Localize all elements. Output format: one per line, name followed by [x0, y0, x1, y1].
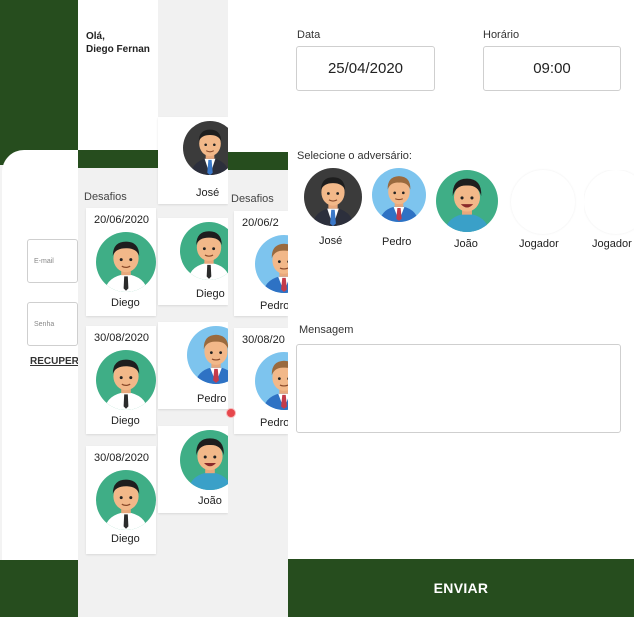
challenge-opponent-card[interactable]: Diego [158, 218, 228, 305]
diego-avatar [96, 232, 156, 292]
opponent-option-pedro[interactable]: Pedro [372, 168, 426, 250]
opponent-name: Pedro [382, 236, 412, 248]
challenge-card[interactable]: 20/06/2020 Diego [86, 208, 156, 316]
message-label: Mensagem [299, 324, 354, 336]
challenge-player: Diego [111, 415, 140, 427]
greeting-line-1: Olá, [86, 31, 105, 42]
pedro-avatar [255, 352, 288, 410]
login-panel [2, 150, 78, 560]
challenge-player: Pedro [260, 417, 288, 429]
challenge-date: 20/06/2 [242, 217, 279, 229]
joao-avatar [436, 170, 498, 232]
challenges-title: Desafios [231, 193, 274, 205]
diego-avatar [96, 470, 156, 530]
new-challenge-screen [288, 0, 634, 617]
challenge-card[interactable]: 30/08/2020 Diego [86, 446, 156, 554]
opponent-name: José [319, 235, 343, 247]
challenge-date: 30/08/20 [242, 334, 285, 346]
pedro-avatar [372, 168, 426, 222]
challenge-date: 30/08/2020 [94, 332, 150, 344]
password-placeholder: Senha [34, 320, 55, 328]
empty-avatar [511, 170, 575, 234]
opponent-name: João [454, 238, 478, 250]
challenge-card[interactable]: 20/06/2 Pedro [234, 211, 288, 316]
challenge-opponent-card[interactable]: João [158, 426, 228, 513]
challenge-opponent: João [198, 495, 222, 507]
diego-avatar [180, 222, 228, 280]
empty-avatar [584, 170, 634, 234]
time-label: Horário [483, 29, 520, 41]
challenge-date: 20/06/2020 [94, 214, 150, 226]
login-header-bar [0, 0, 78, 165]
time-input[interactable]: 09:00 [483, 46, 621, 91]
joao-avatar [180, 430, 228, 490]
opponent-option-jose[interactable]: José [304, 168, 362, 250]
home-header-bar [78, 150, 158, 168]
challenge-date: 30/08/2020 [94, 452, 150, 464]
top-opponent-name: José [196, 187, 220, 199]
challenges-header [228, 0, 288, 152]
challenge-card[interactable]: 30/08/20 Pedro [234, 328, 288, 434]
email-placeholder: E-mail [34, 257, 54, 265]
challenges-title: Desafios [84, 191, 127, 203]
top-opponent-card[interactable]: José [158, 117, 228, 204]
pedro-avatar [255, 235, 288, 293]
challenge-player: Pedro [260, 300, 288, 312]
opponent-prompt: Selecione o adversário: [297, 150, 412, 162]
diego-avatar [96, 350, 156, 410]
login-footer-bar [0, 560, 78, 617]
opponent-option-empty[interactable]: Jogador [509, 170, 577, 252]
opponent-option-empty[interactable]: Jogador [584, 170, 634, 252]
date-input[interactable]: 25/04/2020 [296, 46, 435, 91]
challenge-opponent-card[interactable]: Pedro [158, 322, 228, 409]
recover-password-link[interactable]: RECUPER [30, 356, 79, 367]
challenges-header-bar [228, 152, 288, 170]
greeting-user-name: Diego Fernan [86, 44, 150, 55]
challenge-player: Diego [111, 297, 140, 309]
email-input[interactable]: E-mail [27, 239, 78, 283]
pedro-avatar [187, 326, 228, 384]
opponent-name: Jogador [519, 238, 559, 250]
challenge-opponent: Diego [196, 288, 225, 300]
challenge-opponent: Pedro [197, 393, 227, 405]
jose-avatar [304, 168, 362, 226]
record-indicator-icon [226, 408, 236, 418]
message-textarea[interactable] [296, 344, 621, 433]
home-header [78, 0, 158, 150]
greeting: Olá, Diego Fernan [86, 30, 156, 56]
challenge-card[interactable]: 30/08/2020 Diego [86, 326, 156, 434]
opponent-name: Jogador [592, 238, 632, 250]
jose-avatar [183, 121, 228, 175]
password-input[interactable]: Senha [27, 302, 78, 346]
opponent-option-joao[interactable]: João [436, 170, 498, 252]
challenge-player: Diego [111, 533, 140, 545]
send-button[interactable]: ENVIAR [288, 559, 634, 617]
date-label: Data [297, 29, 321, 41]
